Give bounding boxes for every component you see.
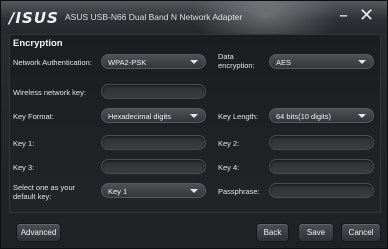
key-length-label: Key Length: [218, 112, 259, 121]
wireless-key-input[interactable] [101, 84, 206, 99]
key2-label: Key 2: [218, 139, 240, 148]
section-title: Encryption [13, 38, 63, 49]
close-button[interactable]: ✕ [359, 5, 374, 27]
key1-label: Key 1: [13, 139, 35, 148]
data-encryption-value: AES [276, 58, 292, 67]
window-title: ASUS USB-N66 Dual Band N Network Adapter [65, 12, 243, 22]
default-key-value: Key 1 [108, 187, 128, 196]
network-auth-dropdown[interactable]: WPA2-PSK [101, 54, 206, 69]
save-button[interactable]: Save [298, 223, 334, 242]
key-format-value: Hexadecimal digits [108, 112, 171, 121]
chevron-down-icon [358, 60, 366, 64]
chevron-down-icon [190, 189, 198, 193]
passphrase-label: Passphrase: [218, 187, 260, 196]
wireless-key-label: Wireless network key: [13, 88, 86, 97]
title-bar: /ISUS ASUS USB-N66 Dual Band N Network A… [1, 1, 387, 34]
chevron-down-icon [190, 114, 198, 118]
key-format-label: Key Format: [13, 112, 54, 121]
dialog-window: /ISUS ASUS USB-N66 Dual Band N Network A… [0, 0, 388, 249]
chevron-down-icon [190, 60, 198, 64]
passphrase-input[interactable] [269, 183, 374, 198]
key4-input[interactable] [269, 159, 374, 174]
advanced-button[interactable]: Advanced [16, 223, 61, 242]
key2-input[interactable] [269, 135, 374, 150]
data-encryption-dropdown[interactable]: AES [269, 54, 374, 69]
key1-input[interactable] [101, 135, 206, 150]
chevron-down-icon [358, 114, 366, 118]
minimize-button[interactable]: – [339, 5, 348, 27]
back-button[interactable]: Back [256, 223, 289, 242]
asus-logo: /ISUS [9, 9, 59, 27]
key3-input[interactable] [101, 159, 206, 174]
cancel-button[interactable]: Cancel [341, 223, 381, 242]
default-key-label: Select one as your default key: [13, 183, 76, 201]
key-format-dropdown[interactable]: Hexadecimal digits [101, 108, 206, 123]
key3-label: Key 3: [13, 163, 35, 172]
default-key-dropdown[interactable]: Key 1 [101, 183, 206, 198]
network-auth-label: Network Authentication: [13, 58, 92, 67]
network-auth-value: WPA2-PSK [108, 58, 147, 67]
key-length-dropdown[interactable]: 64 bits(10 digits) [269, 108, 374, 123]
key4-label: Key 4: [218, 163, 240, 172]
data-encryption-label: Data encryption: [218, 52, 255, 70]
key-length-value: 64 bits(10 digits) [276, 112, 332, 121]
